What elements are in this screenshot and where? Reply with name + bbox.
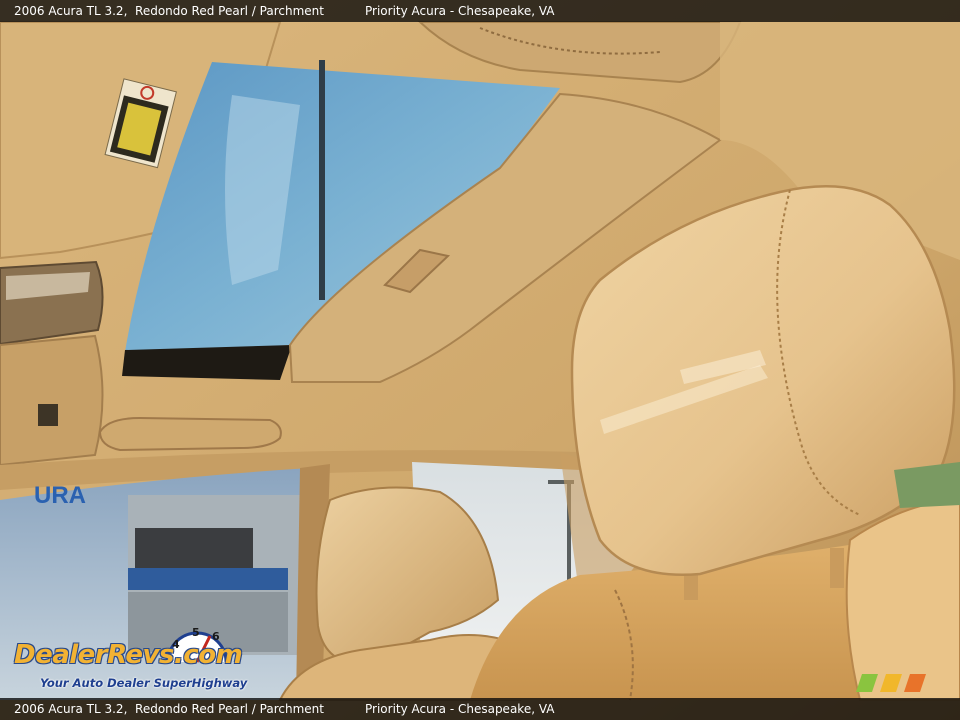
grab-handle <box>98 416 282 452</box>
dealership-sign: URA <box>34 482 86 509</box>
caption-bar-top: 2006 Acura TL 3.2, Redondo Red Pearl / P… <box>0 0 960 22</box>
building-stripe <box>128 568 288 590</box>
caption-dealer-bottom: Priority Acura - Chesapeake, VA <box>365 702 555 716</box>
sunroof-divider <box>319 60 325 300</box>
caption-vehicle-name: 2006 Acura TL 3.2, <box>14 4 128 18</box>
sunroof-frame-shadow <box>122 345 292 380</box>
panel-switch <box>38 404 58 426</box>
caption-colors: Redondo Red Pearl / Parchment <box>135 4 324 18</box>
dial-number-5: 5 <box>192 626 200 639</box>
caption-dealer: Priority Acura - Chesapeake, VA <box>365 4 555 18</box>
side-panel <box>0 334 104 467</box>
caption-vehicle-name-bottom: 2006 Acura TL 3.2, <box>14 702 128 716</box>
building-windows <box>135 528 253 570</box>
caption-colors-bottom: Redondo Red Pearl / Parchment <box>135 702 324 716</box>
car-interior-photo: URA <box>0 0 960 720</box>
caption-vehicle: 2006 Acura TL 3.2, Redondo Red Pearl / P… <box>14 0 324 22</box>
headrest-post-right <box>830 548 844 588</box>
photo-stage: 2006 Acura TL 3.2, Redondo Red Pearl / P… <box>0 0 960 720</box>
caption-vehicle-bottom: 2006 Acura TL 3.2, Redondo Red Pearl / P… <box>14 698 324 720</box>
watermark-tagline: Your Auto Dealer SuperHighway <box>40 676 248 690</box>
dealerrevs-watermark: 4 5 6 DealerRevs.com Your Auto Dealer Su… <box>12 624 262 696</box>
right-window-sliver <box>894 462 960 508</box>
caption-bar-bottom: 2006 Acura TL 3.2, Redondo Red Pearl / P… <box>0 698 960 720</box>
watermark-brand: DealerRevs.com <box>14 640 243 670</box>
brand-logo-icon <box>856 674 926 692</box>
